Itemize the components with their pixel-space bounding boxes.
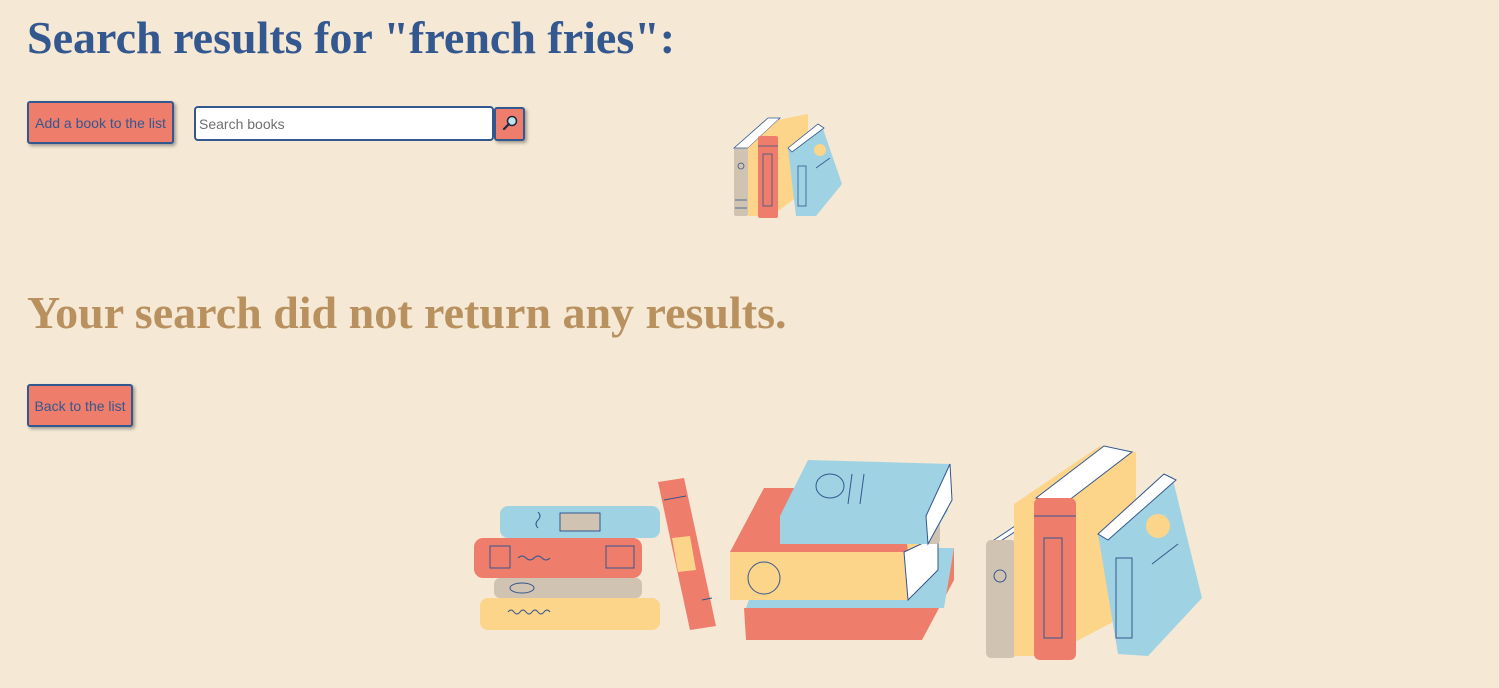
books-illustration-small bbox=[728, 108, 848, 225]
page-title: Search results for "french fries": bbox=[27, 12, 676, 63]
magnifier-icon bbox=[501, 114, 519, 135]
search-button[interactable] bbox=[494, 107, 525, 141]
books-illustration-large bbox=[468, 440, 1208, 670]
no-results-message: Your search did not return any results. bbox=[27, 287, 787, 338]
search-input[interactable] bbox=[194, 106, 494, 141]
back-to-list-button[interactable]: Back to the list bbox=[27, 384, 133, 427]
add-book-button[interactable]: Add a book to the list bbox=[27, 101, 174, 144]
